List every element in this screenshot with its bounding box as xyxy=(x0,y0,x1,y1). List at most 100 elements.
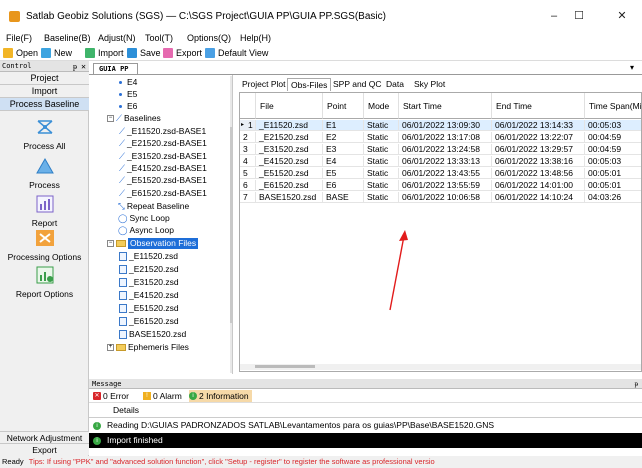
tree-repeat-baseline[interactable]: ⤡ Repeat Baseline xyxy=(118,201,189,212)
column-header-mode[interactable]: Mode xyxy=(364,93,399,119)
tree-point-e6[interactable]: E6 xyxy=(119,101,137,112)
tab-list-arrow-icon[interactable]: ▾ xyxy=(630,63,634,72)
table-cell-span[interactable]: 00:05:03 xyxy=(585,156,641,167)
column-header-point[interactable]: Point xyxy=(323,93,364,119)
table-cell-file[interactable]: _E51520.zsd xyxy=(256,168,323,179)
table-cell-point[interactable]: E2 xyxy=(323,132,364,143)
table-cell-file[interactable]: BASE1520.zsd xyxy=(256,192,323,203)
tree-baseline-2[interactable]: ⟋ _E21520.zsd-BASE1 xyxy=(119,138,207,149)
tree-obs-file-1[interactable]: _E11520.zsd xyxy=(119,251,178,262)
table-cell-start[interactable]: 06/01/2022 13:17:08 xyxy=(399,132,492,143)
tree-ephemeris-files[interactable]: + Ephemeris Files xyxy=(107,342,189,353)
table-cell-span[interactable]: 04:03:26 xyxy=(585,192,641,203)
table-cell-mode[interactable]: Static xyxy=(364,120,399,131)
table-cell-point[interactable]: E3 xyxy=(323,144,364,155)
report-options-button[interactable]: Report Options xyxy=(0,266,89,299)
tree-scroll-thumb[interactable] xyxy=(230,127,232,323)
table-cell-mode[interactable]: Static xyxy=(364,168,399,179)
table-cell-span[interactable]: 00:04:59 xyxy=(585,144,641,155)
table-cell-end[interactable]: 06/01/2022 13:48:56 xyxy=(492,168,585,179)
tree-obs-file-7[interactable]: BASE1520.zsd xyxy=(119,329,186,340)
table-cell-mode[interactable]: Static xyxy=(364,132,399,143)
tab-sky-plot[interactable]: Sky Plot xyxy=(411,78,448,91)
processing-options-button[interactable]: Processing Options xyxy=(0,229,89,262)
table-cell-file[interactable]: _E41520.zsd xyxy=(256,156,323,167)
save-button[interactable]: Save xyxy=(127,46,161,60)
row-number[interactable]: 7 xyxy=(240,192,256,203)
pin-icon[interactable]: ᵽ xyxy=(73,61,77,72)
column-header-start-time[interactable]: Start Time xyxy=(399,93,492,119)
open-button[interactable]: Open xyxy=(3,46,38,60)
maximize-button[interactable]: ☐ xyxy=(567,6,591,26)
tab-project-plot[interactable]: Project Plot xyxy=(239,78,288,91)
table-cell-end[interactable]: 06/01/2022 13:22:07 xyxy=(492,132,585,143)
process-all-button[interactable]: Process All xyxy=(0,118,89,151)
tree-baseline-5[interactable]: ⟋ _E51520.zsd-BASE1 xyxy=(119,175,207,186)
table-cell-point[interactable]: BASE xyxy=(323,192,364,203)
table-cell-mode[interactable]: Static xyxy=(364,144,399,155)
column-header-time-span[interactable]: Time Span(Min xyxy=(585,93,641,119)
table-scroll-thumb[interactable] xyxy=(255,365,315,368)
tree-baseline-3[interactable]: ⟋ _E31520.zsd-BASE1 xyxy=(119,151,207,162)
tree-observation-files[interactable]: − Observation Files xyxy=(107,238,199,249)
tree-obs-file-3[interactable]: _E31520.zsd xyxy=(119,277,179,288)
table-cell-file[interactable]: _E21520.zsd xyxy=(256,132,323,143)
message-row[interactable]: i Reading D:\GUIAS PADRONZADOS SATLAB\Le… xyxy=(89,418,642,433)
default-view-button[interactable]: Default View xyxy=(205,46,268,60)
tree-obs-file-2[interactable]: _E21520.zsd xyxy=(119,264,179,275)
menu-adjust[interactable]: Adjust(N) xyxy=(98,32,136,45)
column-header-end-time[interactable]: End Time xyxy=(492,93,585,119)
report-button[interactable]: Report xyxy=(0,195,89,228)
table-cell-end[interactable]: 06/01/2022 13:14:33 xyxy=(492,120,585,131)
table-cell-point[interactable]: E1 xyxy=(323,120,364,131)
table-cell-end[interactable]: 06/01/2022 14:10:24 xyxy=(492,192,585,203)
tree-sync-loop[interactable]: ◯ Sync Loop xyxy=(118,213,170,224)
menu-options[interactable]: Options(Q) xyxy=(187,32,231,45)
tree-baselines[interactable]: − ⟋ Baselines xyxy=(107,113,161,124)
panel-close-icon[interactable]: ✕ xyxy=(81,61,86,72)
error-filter[interactable]: ✕ 0 Error xyxy=(93,390,129,402)
nav-process-baseline[interactable]: Process Baseline xyxy=(0,98,89,111)
table-cell-span[interactable]: 00:05:03 xyxy=(585,120,641,131)
tab-obs-files[interactable]: Obs-Files xyxy=(287,78,332,91)
tree-baseline-1[interactable]: ⟋ _E11520.zsd-BASE1 xyxy=(119,126,206,137)
table-cell-start[interactable]: 06/01/2022 13:43:55 xyxy=(399,168,492,179)
table-cell-mode[interactable]: Static xyxy=(364,180,399,191)
column-header-file[interactable]: File xyxy=(256,93,323,119)
new-button[interactable]: New xyxy=(41,46,72,60)
table-cell-start[interactable]: 06/01/2022 13:55:59 xyxy=(399,180,492,191)
process-button[interactable]: Process xyxy=(0,157,89,190)
row-number[interactable]: 6 xyxy=(240,180,256,191)
menu-help[interactable]: Help(H) xyxy=(240,32,271,45)
nav-project[interactable]: Project xyxy=(0,72,89,85)
menu-baseline[interactable]: Baseline(B) xyxy=(44,32,91,45)
table-cell-file[interactable]: _E31520.zsd xyxy=(256,144,323,155)
table-cell-point[interactable]: E5 xyxy=(323,168,364,179)
table-cell-point[interactable]: E6 xyxy=(323,180,364,191)
tree-obs-file-5[interactable]: _E51520.zsd xyxy=(119,303,179,314)
document-tab[interactable]: GUIA PP xyxy=(93,63,138,74)
table-cell-span[interactable]: 00:05:01 xyxy=(585,168,641,179)
tree-async-loop[interactable]: ◯ Async Loop xyxy=(118,225,174,236)
message-row-selected[interactable]: i Import finished xyxy=(89,433,642,448)
table-cell-mode[interactable]: Static xyxy=(364,192,399,203)
row-number[interactable]: 2 xyxy=(240,132,256,143)
table-cell-start[interactable]: 06/01/2022 13:09:30 xyxy=(399,120,492,131)
export-button[interactable]: Export xyxy=(163,46,202,60)
alarm-filter[interactable]: ! 0 Alarm xyxy=(143,390,182,402)
table-cell-span[interactable]: 00:04:59 xyxy=(585,132,641,143)
details-column-header[interactable]: Details xyxy=(113,403,139,418)
table-cell-mode[interactable]: Static xyxy=(364,156,399,167)
table-cell-end[interactable]: 06/01/2022 13:38:16 xyxy=(492,156,585,167)
table-cell-start[interactable]: 06/01/2022 13:24:58 xyxy=(399,144,492,155)
minimize-button[interactable]: – xyxy=(542,6,566,26)
tree-point-e4[interactable]: E4 xyxy=(119,77,137,88)
row-number[interactable]: 3 xyxy=(240,144,256,155)
nav-network-adjustment[interactable]: Network Adjustment xyxy=(0,431,89,443)
menu-file[interactable]: File(F) xyxy=(6,32,32,45)
tree-obs-file-6[interactable]: _E61520.zsd xyxy=(119,316,179,327)
collapse-icon[interactable]: − xyxy=(107,240,114,247)
nav-export[interactable]: Export xyxy=(0,443,89,455)
table-cell-end[interactable]: 06/01/2022 14:01:00 xyxy=(492,180,585,191)
table-cell-start[interactable]: 06/01/2022 10:06:58 xyxy=(399,192,492,203)
